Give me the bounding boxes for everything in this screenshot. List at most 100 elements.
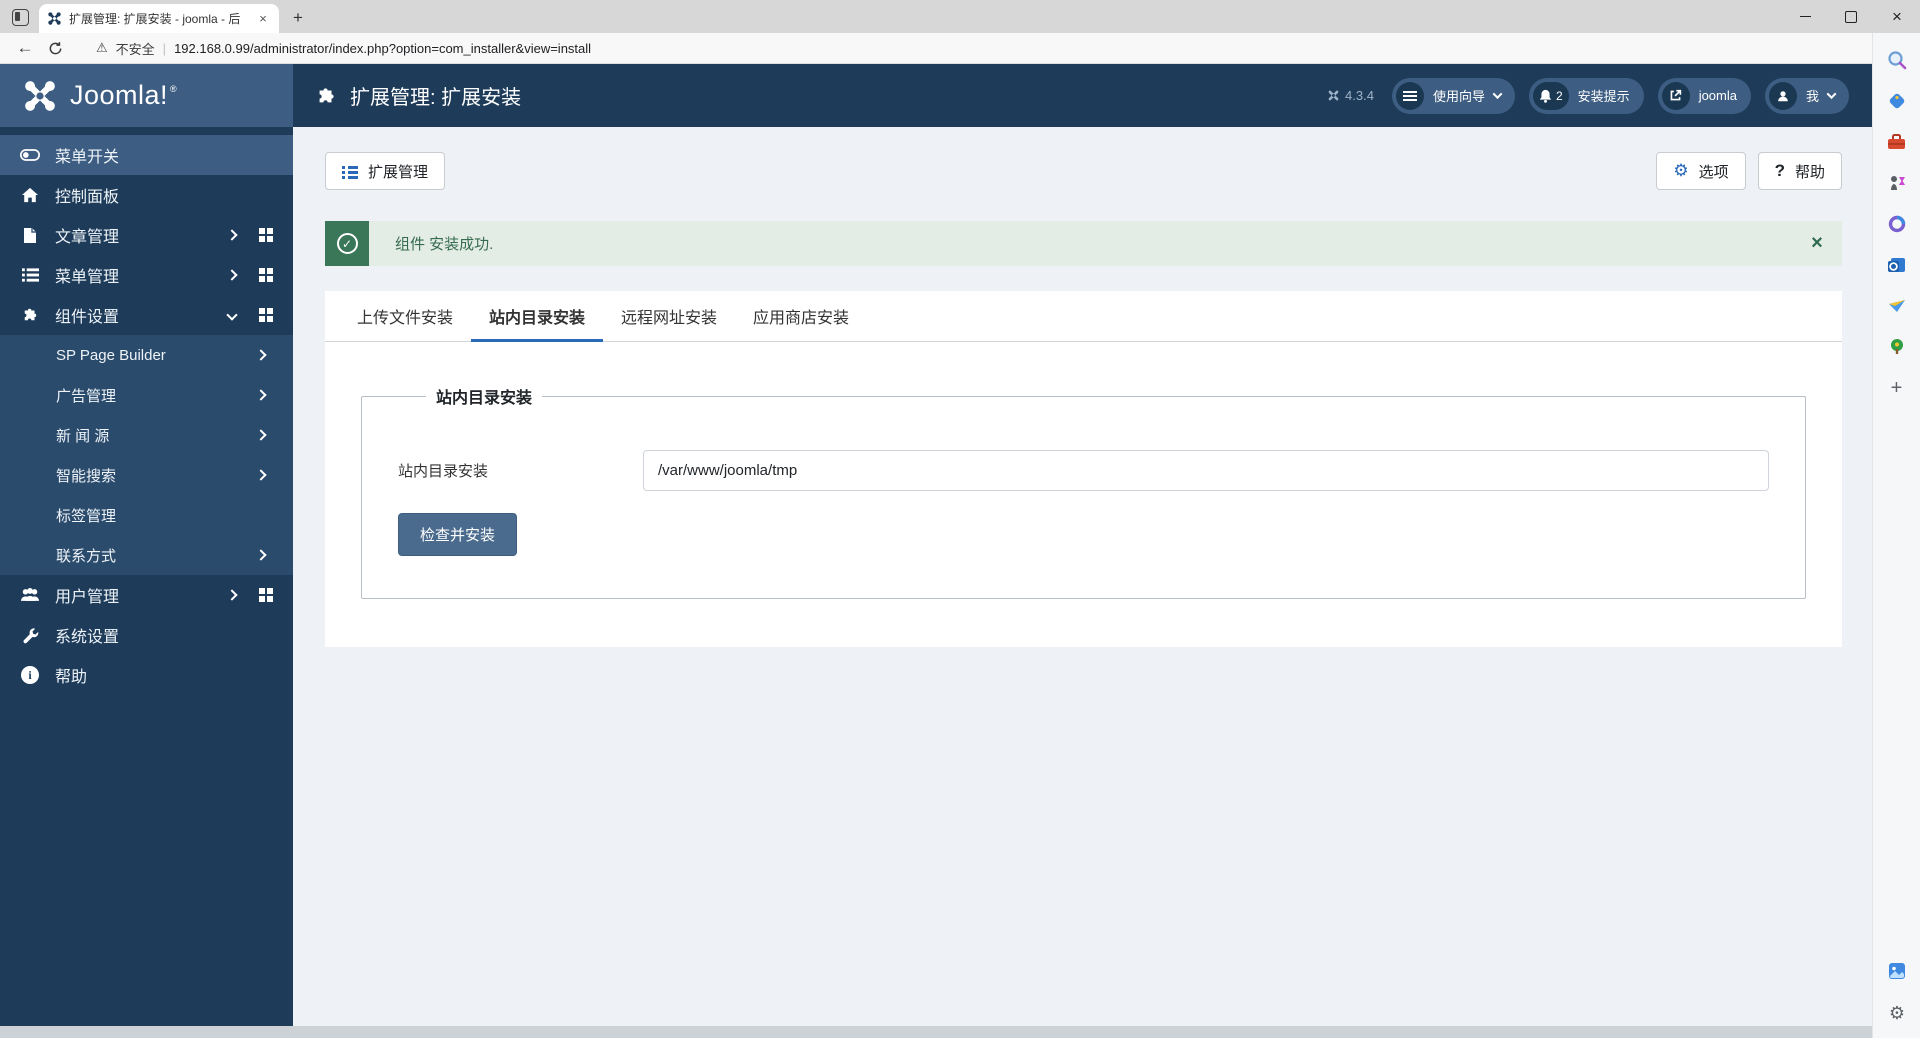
maximize-icon[interactable] [1828,0,1874,33]
alert-message: 组件 安装成功. [395,236,494,253]
window-controls [1782,0,1920,33]
help-label: 帮助 [1794,163,1825,181]
tab-title: 扩展管理: 扩展安装 - joomla - 后 [69,12,241,26]
sidebar-item-content[interactable]: 文章管理 [0,215,293,255]
add-panel-icon[interactable]: + [1884,375,1910,401]
form-row: 站内目录安装 [398,450,1769,491]
page-title: 扩展管理: 扩展安装 [350,87,522,109]
joomla-logo[interactable]: Joomla! ® [0,64,293,127]
sidebar-item-users[interactable]: 用户管理 [0,575,293,615]
guided-tour-icon [1395,81,1424,110]
dashboard-grid-icon[interactable] [259,308,273,322]
submenu-item-tags[interactable]: 标签管理 [0,495,293,535]
sidebar-item-dashboard[interactable]: 控制面板 [0,175,293,215]
alert-stripe [325,221,369,266]
new-tab-button[interactable] [285,5,311,31]
sidebar-item-menus[interactable]: 菜单管理 [0,255,293,295]
page-toolbar: 扩展管理 选项 帮助 [325,152,1842,190]
version-text: 4.3.4 [1345,88,1374,103]
joomla-header: Joomla! ® 扩展管理: 扩展安装 4.3.4 使用向导 2 安装提示 j… [0,64,1872,127]
tab-workspaces-icon[interactable] [12,9,29,26]
chevron-right-icon [255,469,267,481]
tab-install-from-url[interactable]: 远程网址安装 [603,291,735,341]
back-icon[interactable] [10,35,40,61]
games-icon[interactable] [1884,170,1910,196]
notification-count-badge: 2 [1555,88,1563,103]
list-icon [342,165,358,177]
main-content: 扩展管理 选项 帮助 组件 安装成功. 上传文件安装 [293,127,1872,1026]
tab-upload-package[interactable]: 上传文件安装 [339,291,471,341]
sidebar-item-label: 控制面板 [55,189,120,206]
install-from-folder-fieldset: 站内目录安装 站内目录安装 检查并安装 [361,384,1806,599]
submenu-item-smart-search[interactable]: 智能搜索 [0,455,293,495]
folder-path-input[interactable] [643,450,1769,491]
minimize-icon[interactable] [1782,0,1828,33]
image-creator-icon[interactable] [1884,958,1910,984]
side-rail-bottom [1873,958,1920,1026]
user-icon [1768,81,1797,110]
tab-close-icon[interactable] [255,11,271,27]
address-bar[interactable]: 不安全 | 192.168.0.99/administrator/index.p… [96,39,591,58]
question-mark-icon [1775,161,1785,181]
registered-mark: ® [170,83,177,94]
submenu-item-label: SP Page Builder [56,346,166,364]
toggle-icon [20,148,40,162]
browser-navbar: 不安全 | 192.168.0.99/administrator/index.p… [0,33,1920,91]
microsoft-365-icon[interactable] [1884,211,1910,237]
check-and-install-button[interactable]: 检查并安装 [398,513,518,556]
search-icon[interactable] [1884,47,1910,73]
user-menu-button[interactable]: 我 [1764,77,1849,114]
options-label: 选项 [1698,163,1729,181]
sidebar-item-label: 帮助 [55,669,88,686]
close-window-icon[interactable] [1874,0,1920,33]
url-separator: | [162,40,167,56]
submenu-item-news-feeds[interactable]: 新 闻 源 [0,415,293,455]
joomla-logo-icon [25,80,55,111]
drop-icon[interactable] [1884,293,1910,319]
dashboard-grid-icon[interactable] [259,228,273,242]
tab-install-from-folder[interactable]: 站内目录安装 [471,291,604,342]
gear-icon [1673,161,1688,181]
sidebar-item-help[interactable]: 帮助 [0,655,293,695]
sidebar-item-label: 系统设置 [55,629,120,646]
tab-install-from-web[interactable]: 应用商店安装 [735,291,867,341]
not-secure-label: 不安全 [115,41,155,57]
chevron-down-icon [1826,89,1837,100]
sidebar-item-components[interactable]: 组件设置 [0,295,293,335]
submenu-item-contacts[interactable]: 联系方式 [0,535,293,575]
help-button[interactable]: 帮助 [1757,152,1842,190]
alert-close-icon[interactable] [1792,221,1842,266]
post-install-messages-button[interactable]: 2 安装提示 [1528,77,1644,114]
wrench-icon [20,627,40,644]
submenu-item-label: 智能搜索 [56,467,117,485]
info-icon [20,666,40,684]
submenu-item-sp-page-builder[interactable]: SP Page Builder [0,335,293,375]
extensions-manage-button[interactable]: 扩展管理 [325,152,446,190]
dashboard-grid-icon[interactable] [259,588,273,602]
chevron-right-icon [255,389,267,401]
refresh-icon[interactable] [40,35,70,61]
side-rail-settings-icon[interactable] [1884,1000,1910,1026]
browser-tab[interactable]: 扩展管理: 扩展安装 - joomla - 后 [39,4,279,33]
tree-icon[interactable] [1884,334,1910,360]
sidebar-item-system[interactable]: 系统设置 [0,615,293,655]
puzzle-icon [319,87,334,102]
toolbox-icon[interactable] [1884,129,1910,155]
dashboard-grid-icon[interactable] [259,268,273,282]
extensions-manage-label: 扩展管理 [368,163,429,181]
guided-tour-button[interactable]: 使用向导 [1391,77,1515,114]
sidebar-item-label: 文章管理 [55,229,120,246]
chevron-right-icon [226,589,238,601]
shopping-icon[interactable] [1884,88,1910,114]
sidebar-item-menu-toggle[interactable]: 菜单开关 [0,135,293,175]
chevron-down-icon [1492,89,1503,100]
options-button[interactable]: 选项 [1656,152,1746,190]
submenu-item-banners[interactable]: 广告管理 [0,375,293,415]
outlook-icon[interactable] [1884,252,1910,278]
joomla-favicon [48,12,61,25]
not-secure-warning-icon [96,40,108,56]
submenu-item-label: 标签管理 [56,507,117,525]
components-submenu: SP Page Builder 广告管理 新 闻 源 智能搜索 标签管理 联系方… [0,335,293,575]
preview-site-button[interactable]: joomla [1657,77,1751,114]
chevron-right-icon [255,429,267,441]
